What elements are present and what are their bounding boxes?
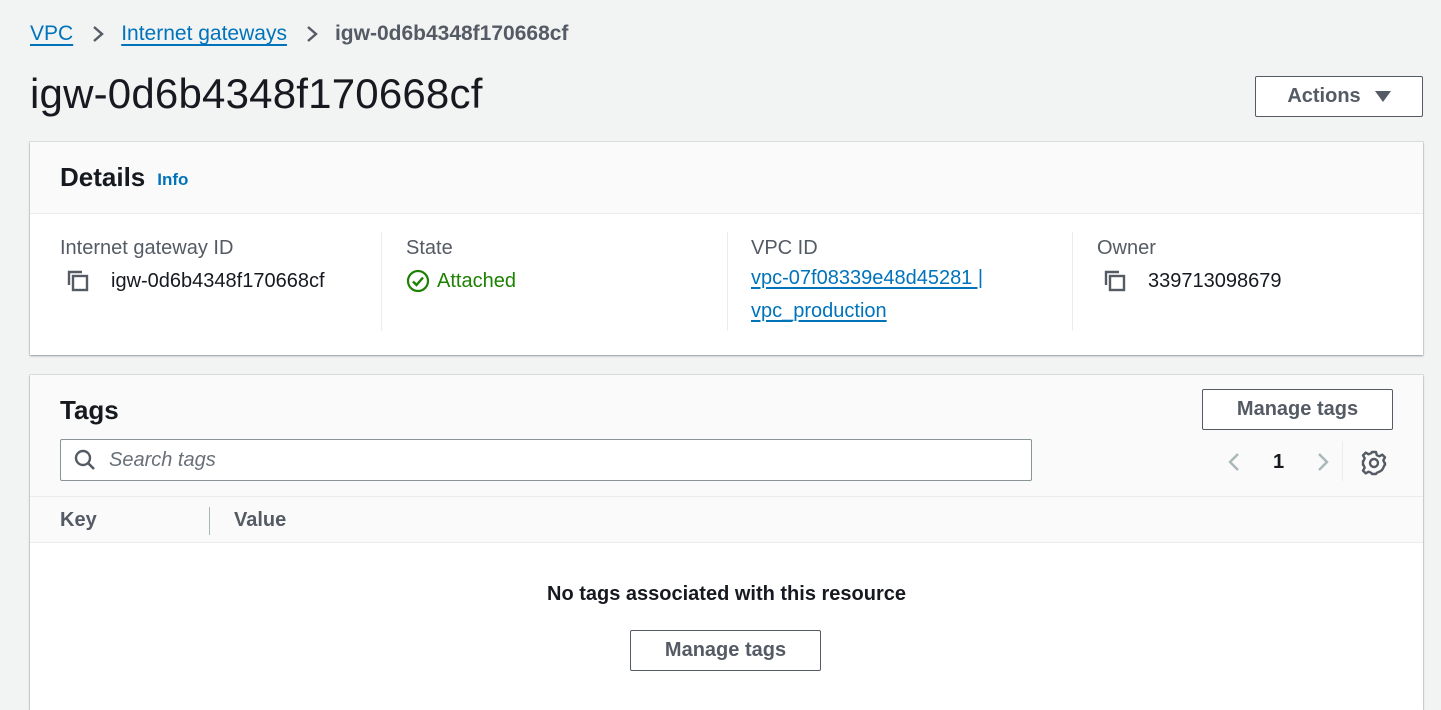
owner-field: Owner 339713098679: [1097, 234, 1427, 295]
page-title: igw-0d6b4348f170668cf: [30, 70, 483, 117]
chevron-right-icon: [91, 24, 105, 44]
breadcrumb-link-internet-gateways[interactable]: Internet gateways: [121, 22, 287, 46]
breadcrumb-current: igw-0d6b4348f170668cf: [334, 22, 569, 45]
tags-table-header: Key Value: [30, 497, 1423, 543]
column-resize-divider[interactable]: [209, 507, 210, 535]
tags-panel: Tags Manage tags 1: [30, 375, 1423, 710]
vpc-id-link-line2[interactable]: vpc_production: [751, 295, 1081, 328]
column-divider: [1072, 232, 1073, 331]
caret-down-icon: [1374, 91, 1391, 102]
column-divider: [381, 232, 382, 331]
copy-icon[interactable]: [64, 267, 92, 295]
chevron-left-icon[interactable]: [1222, 450, 1246, 474]
owner-value: 339713098679: [1148, 270, 1282, 292]
manage-tags-button-empty[interactable]: Manage tags: [630, 630, 821, 671]
actions-button[interactable]: Actions: [1255, 76, 1423, 117]
state-value: Attached: [437, 270, 516, 292]
state-field: State Attached: [406, 234, 736, 295]
search-tags-field[interactable]: [60, 439, 1032, 481]
owner-value-row: 339713098679: [1097, 267, 1427, 295]
details-panel: Details Info Internet gateway ID igw-0d6…: [30, 142, 1423, 355]
details-title: Details: [60, 162, 146, 192]
info-link[interactable]: Info: [157, 170, 188, 190]
manage-tags-button[interactable]: Manage tags: [1202, 389, 1393, 430]
gateway-id-value-row: igw-0d6b4348f170668cf: [60, 267, 390, 295]
details-header: Details Info: [30, 142, 1423, 214]
gateway-id-value: igw-0d6b4348f170668cf: [111, 270, 325, 292]
tags-empty-state: No tags associated with this resource Ma…: [30, 543, 1423, 710]
state-label: State: [406, 237, 453, 259]
status-success-icon: [406, 269, 430, 293]
column-header-value[interactable]: Value: [234, 497, 286, 543]
vpc-id-link[interactable]: vpc-07f08339e48d45281 | vpc_production: [751, 262, 1081, 328]
empty-message: No tags associated with this resource: [547, 583, 906, 605]
page-number[interactable]: 1: [1273, 451, 1284, 474]
column-divider: [727, 232, 728, 331]
state-value-row: Attached: [406, 267, 736, 295]
breadcrumb: VPC Internet gateways igw-0d6b4348f17066…: [30, 20, 568, 48]
vpc-id-link-line1[interactable]: vpc-07f08339e48d45281 |: [751, 262, 1081, 295]
gateway-id-label: Internet gateway ID: [60, 237, 234, 259]
pagination-divider: [1342, 441, 1343, 481]
chevron-right-icon[interactable]: [1311, 450, 1335, 474]
copy-icon[interactable]: [1101, 267, 1129, 295]
search-icon: [73, 448, 97, 472]
gateway-id-field: Internet gateway ID igw-0d6b4348f170668c…: [60, 234, 390, 295]
vpc-id-label: VPC ID: [751, 237, 818, 259]
chevron-right-icon: [305, 24, 319, 44]
tags-header: Tags Manage tags 1: [30, 375, 1423, 497]
vpc-id-field: VPC ID vpc-07f08339e48d45281 | vpc_produ…: [751, 234, 1081, 328]
column-header-key[interactable]: Key: [60, 497, 97, 543]
tags-title: Tags: [60, 395, 119, 425]
pagination: 1: [1222, 447, 1335, 477]
owner-label: Owner: [1097, 237, 1156, 259]
actions-button-label: Actions: [1287, 85, 1361, 107]
details-grid: Internet gateway ID igw-0d6b4348f170668c…: [30, 214, 1423, 354]
search-tags-input[interactable]: [109, 448, 1031, 472]
settings-gear-icon[interactable]: [1360, 449, 1388, 477]
breadcrumb-link-vpc[interactable]: VPC: [30, 22, 73, 46]
